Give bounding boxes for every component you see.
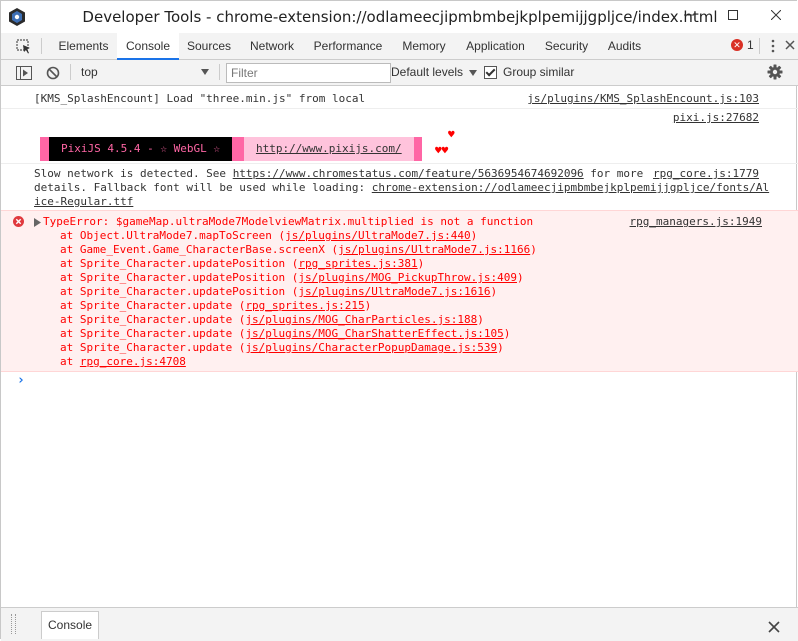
console-message-text: [KMS_SplashEncount] Load "three.min.js" … — [34, 92, 366, 105]
console-toolbar: top Filter Default levels Group similar — [1, 60, 798, 86]
hearts-icon: ♥♥ — [435, 144, 449, 157]
tab-security[interactable]: Security — [538, 33, 595, 59]
console-message-text: details. Fallback font will be used whil… — [34, 181, 769, 194]
toolbar-divider — [219, 64, 220, 80]
stack-frame-link[interactable]: js/plugins/UltraMode7.js:1616 — [298, 285, 490, 298]
stack-frame: at rpg_core.js:4708 — [60, 355, 186, 368]
show-sidebar-icon[interactable] — [16, 65, 32, 84]
close-icon — [771, 10, 781, 20]
panel-tabbar: Elements Console Sources Network Perform… — [1, 33, 798, 60]
group-similar-checkbox[interactable] — [484, 66, 497, 79]
tab-memory[interactable]: Memory — [393, 33, 455, 59]
error-counter[interactable]: ✕ 1 — [731, 38, 754, 52]
more-options-icon[interactable] — [770, 38, 776, 54]
stack-frame: at Sprite_Character.updatePosition (rpg_… — [60, 257, 425, 270]
error-text: TypeError: $gameMap.ultraMode7ModelviewM… — [43, 215, 534, 228]
log-levels-label: Default levels — [391, 65, 464, 79]
maximize-button[interactable] — [711, 1, 755, 29]
stack-frame: at Sprite_Character.updatePosition (js/p… — [60, 271, 524, 284]
minimize-icon — [684, 14, 694, 16]
stack-frame: at Sprite_Character.updatePosition (js/p… — [60, 285, 498, 298]
banner-stripe — [231, 137, 244, 161]
console-prompt-icon: › — [17, 373, 25, 388]
font-link[interactable]: chrome-extension://odlameecjipmbmbejkplp… — [372, 181, 769, 194]
drawer-menu-icon[interactable] — [11, 614, 16, 634]
stack-frame: at Sprite_Character.update (js/plugins/C… — [60, 341, 504, 354]
banner-stripe — [413, 137, 422, 161]
tab-application[interactable]: Application — [458, 33, 533, 59]
inspect-element-icon[interactable] — [16, 39, 32, 58]
banner-stripe — [40, 137, 49, 161]
stack-frame: at Sprite_Character.update (js/plugins/M… — [60, 327, 511, 340]
console-message-text: Slow network is detected. See https://ww… — [34, 167, 643, 180]
message-prefix: details. Fallback font will be used whil… — [34, 181, 372, 194]
pixi-link[interactable]: http://www.pixijs.com/ — [256, 142, 402, 155]
chevron-down-icon — [201, 69, 209, 75]
tab-elements[interactable]: Elements — [52, 33, 115, 59]
filter-input[interactable]: Filter — [226, 63, 391, 83]
chromestatus-link[interactable]: https://www.chromestatus.com/feature/563… — [233, 167, 584, 180]
error-message: TypeError: $gameMap.ultraMode7ModelviewM… — [1, 210, 798, 372]
close-window-button[interactable] — [754, 1, 798, 29]
error-count: 1 — [747, 38, 754, 52]
message-suffix: for more — [583, 167, 644, 180]
expand-triangle-icon[interactable] — [34, 217, 41, 230]
console-message-text: ice-Regular.ttf — [34, 195, 133, 208]
stack-frame: at Sprite_Character.update (js/plugins/M… — [60, 313, 484, 326]
devtools-window: Developer Tools - chrome-extension://odl… — [0, 0, 798, 641]
tab-audits[interactable]: Audits — [601, 33, 648, 59]
pixi-banner: PixiJS 4.5.4 - ☆ WebGL ☆ http://www.pixi… — [40, 137, 422, 161]
message-divider — [1, 163, 798, 164]
stack-frame-link[interactable]: rpg_sprites.js:215 — [245, 299, 364, 312]
maximize-icon — [728, 10, 738, 20]
tab-performance[interactable]: Performance — [306, 33, 390, 59]
stack-frame-link[interactable]: js/plugins/MOG_CharShatterEffect.js:105 — [245, 327, 503, 340]
font-link-continued[interactable]: ice-Regular.ttf — [34, 195, 133, 208]
toolbar-divider — [70, 64, 71, 80]
stack-frame-link[interactable]: rpg_core.js:4708 — [80, 355, 186, 368]
close-devtools-icon[interactable] — [785, 37, 795, 57]
heart-icon: ♥ — [448, 128, 455, 141]
bottom-drawer: Console — [1, 607, 798, 641]
stack-frame-link[interactable]: js/plugins/UltraMode7.js:440 — [285, 229, 470, 242]
source-link[interactable]: rpg_managers.js:1949 — [630, 215, 762, 228]
source-link[interactable]: pixi.js:27682 — [673, 111, 759, 124]
close-drawer-icon[interactable] — [768, 618, 780, 637]
error-icon: ✕ — [731, 39, 743, 51]
stack-frame-link[interactable]: js/plugins/MOG_CharParticles.js:188 — [245, 313, 477, 326]
group-similar-label: Group similar — [503, 65, 575, 79]
banner-version: PixiJS 4.5.4 - ☆ WebGL ☆ — [49, 137, 232, 161]
message-prefix: Slow network is detected. See — [34, 167, 233, 180]
context-select[interactable]: top — [77, 63, 213, 82]
tab-console[interactable]: Console — [117, 33, 179, 60]
source-link[interactable]: rpg_core.js:1779 — [653, 167, 759, 180]
drawer-tab-console[interactable]: Console — [41, 611, 100, 639]
group-similar-toggle[interactable]: Group similar — [484, 63, 574, 82]
context-value: top — [81, 65, 98, 79]
tab-network[interactable]: Network — [241, 33, 303, 59]
clear-console-icon[interactable] — [46, 65, 60, 84]
source-link[interactable]: js/plugins/KMS_SplashEncount.js:103 — [527, 92, 759, 105]
gear-icon[interactable] — [767, 64, 783, 84]
stack-frame-link[interactable]: js/plugins/UltraMode7.js:1166 — [338, 243, 530, 256]
tab-sources[interactable]: Sources — [181, 33, 237, 59]
message-divider — [1, 108, 798, 109]
chevron-down-icon — [469, 69, 478, 76]
stack-frame-link[interactable]: js/plugins/MOG_PickupThrow.js:409 — [298, 271, 517, 284]
banner-link-box: http://www.pixijs.com/ — [243, 137, 414, 161]
stack-frame: at Sprite_Character.update (rpg_sprites.… — [60, 299, 372, 312]
console-input[interactable] — [31, 371, 781, 389]
error-icon — [13, 216, 24, 230]
stack-frame-link[interactable]: rpg_sprites.js:381 — [298, 257, 417, 270]
tabbar-divider — [759, 38, 760, 54]
title-bar: Developer Tools - chrome-extension://odl… — [1, 1, 798, 33]
stack-frame: at Object.UltraMode7.mapToScreen (js/plu… — [60, 229, 478, 242]
stack-frame: at Game_Event.Game_CharacterBase.screenX… — [60, 243, 537, 256]
stack-frame-link[interactable]: js/plugins/CharacterPopupDamage.js:539 — [245, 341, 497, 354]
tabbar-divider — [41, 38, 42, 54]
minimize-button[interactable] — [667, 1, 711, 29]
log-levels-dropdown[interactable]: Default levels — [391, 63, 478, 82]
